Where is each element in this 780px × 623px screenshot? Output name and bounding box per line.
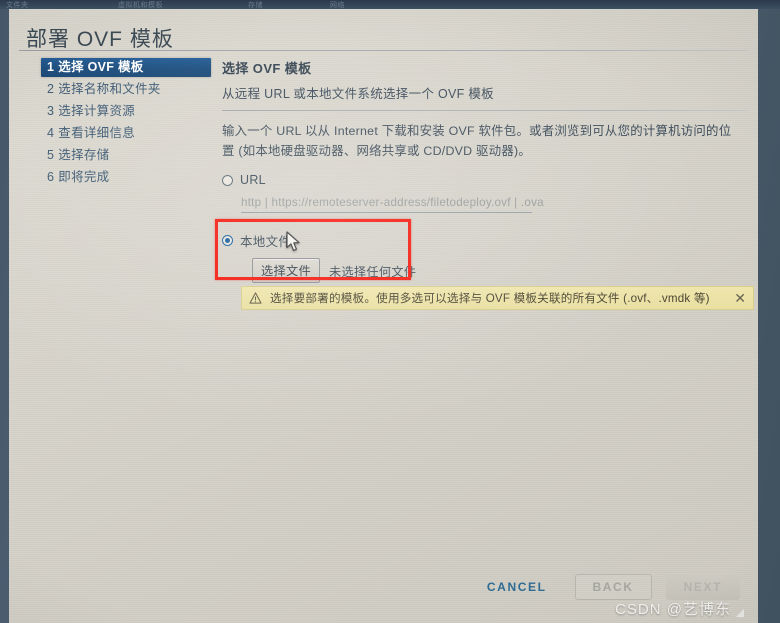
sidebar-step-6[interactable]: 6 即将完成: [41, 168, 213, 187]
sidebar-step-3[interactable]: 3 选择计算资源: [41, 102, 213, 121]
warning-banner: 选择要部署的模板。使用多选可以选择与 OVF 模板关联的所有文件 (.ovf、.…: [241, 286, 754, 310]
url-input-field[interactable]: http | https://remoteserver-address/file…: [241, 196, 544, 213]
radio-local-file-label: 本地文件: [240, 235, 292, 249]
warning-triangle-icon: [249, 292, 262, 304]
url-radio-row[interactable]: URL: [222, 173, 749, 187]
pane-divider: [222, 110, 747, 111]
choose-file-button[interactable]: 选择文件: [252, 258, 320, 283]
sidebar-step-label: 选择计算资源: [58, 104, 136, 118]
sidebar-step-number: 1: [47, 60, 55, 74]
photo-frame: 文件夹 虚拟机和模板 存储 网络 部署 OVF 模板 1 选择 OVF 模板 2选…: [0, 0, 780, 623]
sidebar-step-label: 选择 OVF 模板: [58, 60, 144, 74]
next-button[interactable]: NEXT: [665, 574, 740, 600]
sidebar-step-number: 2: [47, 82, 55, 96]
pane-description: 输入一个 URL 以从 Internet 下载和安装 OVF 软件包。或者浏览到…: [222, 124, 732, 158]
url-input-placeholder: http | https://remoteserver-address/file…: [241, 196, 544, 209]
sidebar-step-label: 查看详细信息: [58, 126, 136, 140]
wizard-dialog: 部署 OVF 模板 1 选择 OVF 模板 2 选择名称和文件夹 3 选择计算资源 4…: [9, 9, 758, 623]
sidebar-step-number: 3: [47, 104, 55, 118]
sidebar-step-number: 4: [47, 126, 55, 140]
sidebar-step-4[interactable]: 4 查看详细信息: [41, 124, 213, 143]
sidebar-step-label: 即将完成: [58, 170, 110, 184]
file-picker-row: 选择文件 未选择任何文件: [252, 258, 749, 283]
sidebar-step-label: 选择名称和文件夹: [58, 82, 161, 96]
sidebar-step-number: 5: [47, 148, 55, 162]
sidebar-step-number: 6: [47, 170, 55, 184]
wizard-step-list: 1 选择 OVF 模板 2 选择名称和文件夹 3 选择计算资源 4 查看详细信息 5 选择…: [41, 58, 213, 190]
selected-file-name: 未选择任何文件: [328, 264, 417, 279]
local-file-radio-row[interactable]: 本地文件: [222, 231, 749, 250]
cancel-button[interactable]: CANCEL: [477, 574, 557, 600]
background-taskbar: 文件夹 虚拟机和模板 存储 网络: [0, 0, 780, 9]
watermark: CSDN @艺博东: [615, 598, 744, 619]
watermark-triangle-icon: [736, 609, 744, 617]
radio-local-file-icon[interactable]: [222, 235, 233, 246]
sidebar-step-2[interactable]: 2 选择名称和文件夹: [41, 80, 213, 99]
pane-title: 选择 OVF 模板: [222, 61, 312, 76]
main-content-pane: 选择 OVF 模板 从远程 URL 或本地文件系统选择一个 OVF 模板 输入一…: [222, 58, 749, 283]
watermark-text: CSDN @艺博东: [615, 601, 731, 618]
sidebar-step-1[interactable]: 1 选择 OVF 模板: [41, 58, 211, 77]
pane-subtitle: 从远程 URL 或本地文件系统选择一个 OVF 模板: [222, 87, 494, 101]
back-button[interactable]: BACK: [574, 574, 652, 600]
page-title: 部署 OVF 模板: [26, 28, 174, 51]
sidebar-step-label: 选择存储: [58, 148, 110, 162]
radio-url-icon[interactable]: [222, 174, 233, 186]
radio-url-label: URL: [240, 173, 266, 187]
warning-message: 选择要部署的模板。使用多选可以选择与 OVF 模板关联的所有文件 (.ovf、.…: [270, 292, 710, 305]
close-icon[interactable]: ✕: [728, 291, 746, 305]
header-divider: [19, 50, 747, 51]
sidebar-step-5[interactable]: 5 选择存储: [41, 146, 213, 165]
